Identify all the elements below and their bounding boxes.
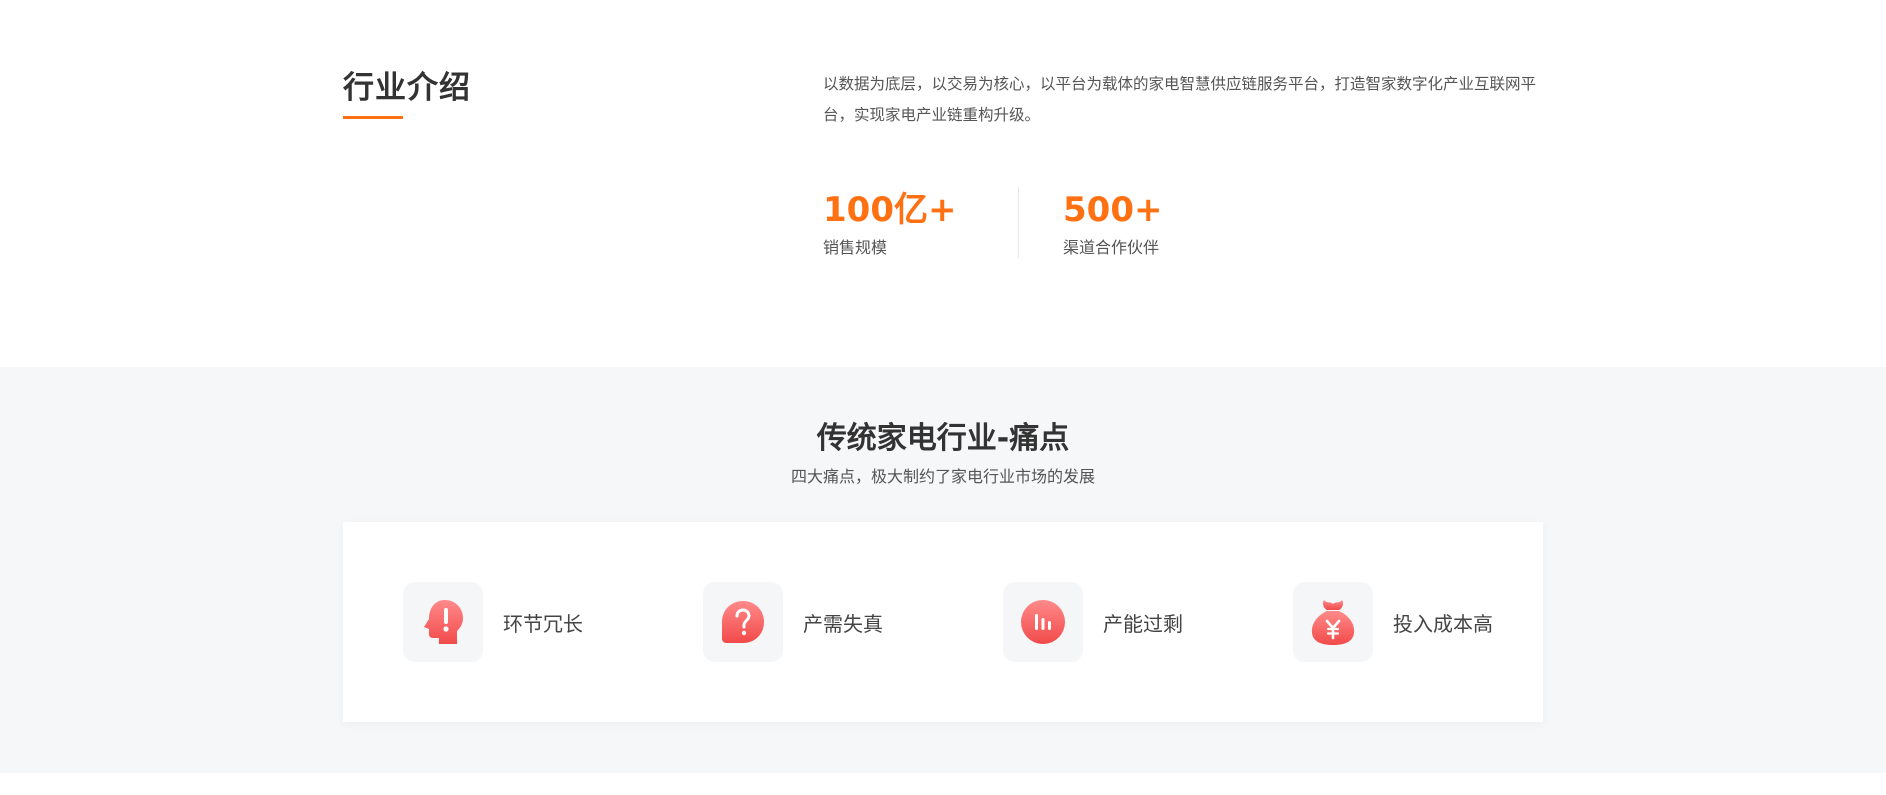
pain-item-demand-distortion: 产需失真 bbox=[703, 582, 883, 662]
stat-label: 销售规模 bbox=[823, 238, 888, 257]
money-bag-icon bbox=[1311, 600, 1355, 645]
intro-title: 行业介绍 bbox=[343, 70, 471, 106]
pain-points-subtitle: 四大痛点，极大制约了家电行业市场的发展 bbox=[790, 467, 1095, 486]
pain-item-label: 产能过剩 bbox=[1103, 611, 1183, 636]
question-bubble-icon bbox=[722, 601, 764, 643]
pain-item-high-cost: 投入成本高 bbox=[1293, 582, 1493, 662]
pain-item-long-chain: 环节冗长 bbox=[403, 582, 583, 662]
pain-item-label: 投入成本高 bbox=[1393, 611, 1493, 636]
icon-container bbox=[1293, 582, 1373, 662]
pain-points-section: 传统家电行业-痛点 四大痛点，极大制约了家电行业市场的发展 环节冗长 产需失真 … bbox=[0, 367, 1886, 773]
pain-points-title: 传统家电行业-痛点 bbox=[816, 421, 1070, 456]
stat-channel-partners: 500+ 渠道合作伙伴 bbox=[1063, 186, 1162, 258]
icon-container bbox=[703, 582, 783, 662]
stat-value: 100亿+ bbox=[823, 190, 957, 230]
intro-description: 以数据为底层，以交易为核心，以平台为载体的家电智慧供应链服务平台，打造智家数字化… bbox=[823, 75, 1537, 124]
stat-divider bbox=[1018, 187, 1019, 258]
stat-value: 500+ bbox=[1063, 190, 1163, 230]
pain-points-card: 环节冗长 产需失真 产能过剩 投入成本高 bbox=[343, 522, 1543, 722]
pain-item-label: 产需失真 bbox=[803, 611, 883, 636]
stat-label: 渠道合作伙伴 bbox=[1063, 238, 1160, 257]
stat-sales-scale: 100亿+ 销售规模 bbox=[823, 186, 956, 258]
head-exclamation-icon bbox=[424, 600, 463, 644]
icon-container bbox=[403, 582, 483, 662]
pain-item-overcapacity: 产能过剩 bbox=[1003, 582, 1183, 662]
title-underline bbox=[343, 116, 403, 119]
bar-circle-icon bbox=[1021, 600, 1065, 644]
industry-intro-section: 行业介绍 以数据为底层，以交易为核心，以平台为载体的家电智慧供应链服务平台，打造… bbox=[0, 0, 1886, 367]
icon-container bbox=[1003, 582, 1083, 662]
pain-item-label: 环节冗长 bbox=[503, 611, 583, 636]
